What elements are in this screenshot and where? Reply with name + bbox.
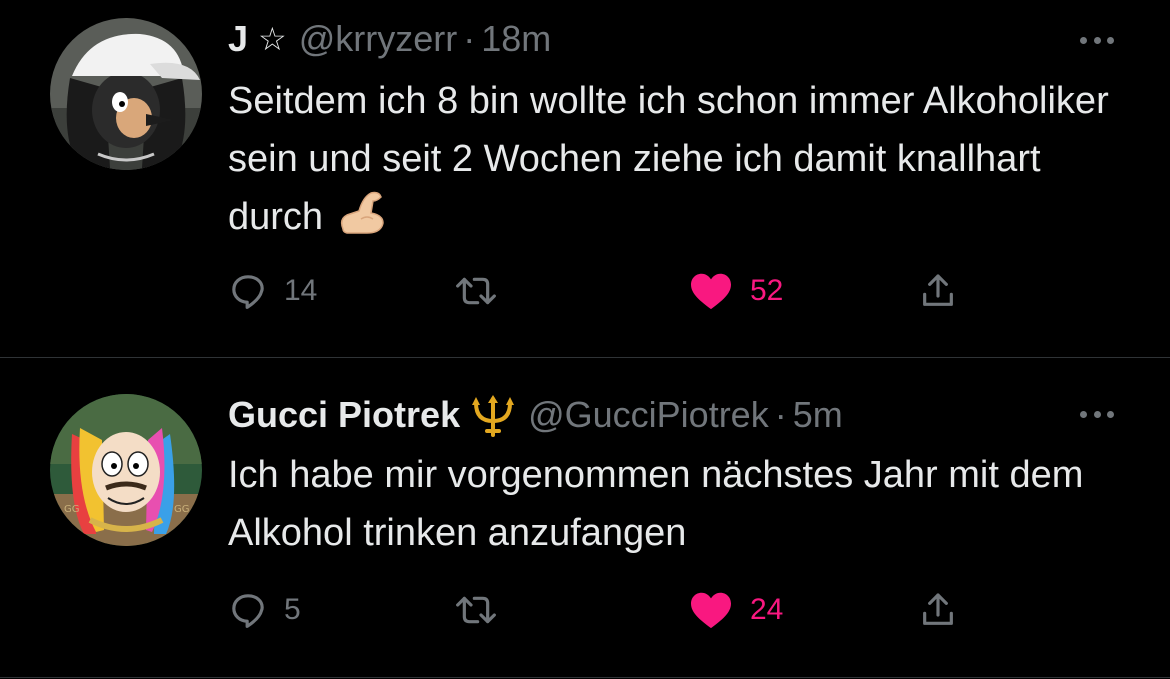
- like-button[interactable]: 52: [688, 268, 783, 314]
- avatar-image: GG GG: [50, 394, 202, 546]
- retweet-button[interactable]: [454, 268, 498, 314]
- retweet-icon: [456, 277, 496, 305]
- avatar-image: [50, 18, 202, 170]
- share-icon: [923, 593, 953, 625]
- like-count: 52: [750, 274, 784, 307]
- reply-button[interactable]: 14: [228, 268, 317, 314]
- share-button[interactable]: [918, 587, 958, 633]
- retweet-button[interactable]: [454, 587, 498, 633]
- trident-icon: [470, 393, 516, 437]
- divider: [0, 677, 1170, 678]
- reply-count: 5: [284, 593, 301, 626]
- tweet-actions: 14 52: [228, 268, 988, 314]
- avatar[interactable]: [50, 18, 202, 170]
- tweet-header: Gucci Piotrek @GucciPiotrek · 5m: [228, 392, 843, 438]
- tweet[interactable]: J ☆ @krryzerr · 18m Seitdem ich 8 bin wo…: [0, 0, 1170, 357]
- like-count: 24: [750, 593, 784, 626]
- handle[interactable]: @krryzerr: [299, 18, 458, 60]
- separator: ·: [774, 394, 787, 435]
- avatar[interactable]: GG GG: [50, 394, 202, 546]
- tweet-text-content: Ich habe mir vorgenommen nächstes Jahr m…: [228, 454, 1084, 554]
- display-name[interactable]: Gucci Piotrek: [228, 394, 460, 436]
- timestamp[interactable]: 18m: [481, 18, 551, 60]
- handle[interactable]: @GucciPiotrek: [528, 394, 769, 436]
- reply-icon: [232, 594, 264, 628]
- tweet-text: Seitdem ich 8 bin wollte ich schon immer…: [228, 72, 1128, 252]
- svg-text:GG: GG: [174, 504, 190, 515]
- flexed-biceps-icon: [337, 189, 387, 252]
- more-options-icon[interactable]: [1080, 34, 1114, 46]
- tweet[interactable]: GG GG Gucci Piotrek @GucciPiotrek · 5m I…: [0, 358, 1170, 678]
- separator: ·: [463, 18, 476, 59]
- reply-button[interactable]: 5: [228, 587, 301, 633]
- share-icon: [923, 274, 953, 306]
- retweet-icon: [456, 596, 496, 624]
- star-outline-icon: ☆: [258, 21, 287, 57]
- more-options-icon[interactable]: [1080, 408, 1114, 420]
- reply-count: 14: [284, 274, 318, 307]
- tweet-header: J ☆ @krryzerr · 18m: [228, 16, 551, 62]
- timeline-feed: J ☆ @krryzerr · 18m Seitdem ich 8 bin wo…: [0, 0, 1170, 679]
- reply-icon: [232, 275, 264, 309]
- timestamp[interactable]: 5m: [793, 394, 843, 436]
- heart-filled-icon: [691, 592, 731, 629]
- like-button[interactable]: 24: [688, 587, 783, 633]
- share-button[interactable]: [918, 268, 958, 314]
- tweet-text: Ich habe mir vorgenommen nächstes Jahr m…: [228, 446, 1128, 562]
- display-name[interactable]: J: [228, 18, 248, 60]
- svg-text:GG: GG: [64, 504, 80, 515]
- heart-filled-icon: [691, 273, 731, 310]
- tweet-actions: 5 24: [228, 587, 988, 633]
